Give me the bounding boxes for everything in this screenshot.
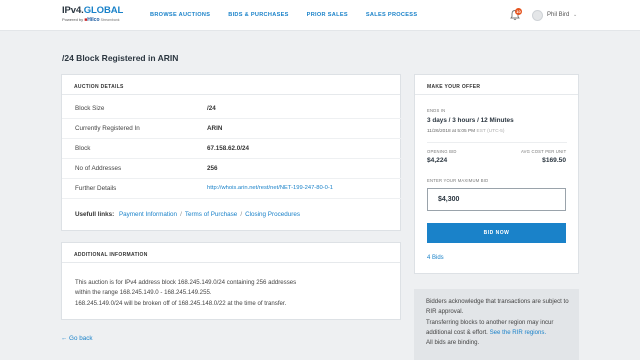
logo-name: IPv4. (62, 5, 84, 16)
user-name[interactable]: Phil Bird (547, 12, 569, 18)
bids-count-link[interactable]: 4 Bids (427, 255, 444, 261)
nav-browse-auctions[interactable]: BROWSE AUCTIONS (150, 12, 210, 18)
ends-in-label: ENDS IN (427, 108, 446, 113)
logo-wordmark: IPv4.GLOBAL (62, 5, 123, 16)
useful-links: Usefull links: Payment Information / Terms… (75, 211, 300, 218)
terms-of-purchase-link[interactable]: Terms of Purchase (185, 211, 238, 218)
detail-label: No of Addresses (75, 165, 122, 172)
notice-line: Transferring blocks to another region ma… (426, 318, 576, 339)
detail-row: Block 67.158.62.0/24 (62, 139, 402, 159)
divider (427, 142, 567, 143)
arrow-left-icon: ← (61, 335, 68, 342)
info-line: 168.245.149.0/24 will be broken off of 1… (75, 299, 287, 307)
bid-now-button[interactable]: BID NOW (427, 223, 566, 243)
link-separator: / (240, 211, 243, 218)
info-line: within the range 168.245.149.0 - 168.245… (75, 289, 212, 297)
detail-value: /24 (207, 105, 216, 112)
detail-label: Currently Registered In (75, 125, 140, 132)
auction-details-heading: AUCTION DETAILS (62, 75, 400, 95)
go-back-label: Go back (69, 335, 93, 342)
notice-line: All bids are binding. (426, 339, 480, 347)
further-details-link[interactable]: http://whois.arin.net/rest/net/NET-199-2… (207, 185, 333, 191)
detail-row: Further Details http://whois.arin.net/re… (62, 179, 402, 199)
avg-cost-label: AVG COST PER UNIT (521, 149, 567, 154)
partner-sub: Streambank (100, 18, 120, 22)
detail-label: Block Size (75, 105, 105, 112)
ends-in-date: 11/26/2018 at 5:05 PM EST (UTC-5) (427, 129, 504, 134)
detail-value: 256 (207, 165, 218, 172)
partner-name: Hilco (87, 17, 100, 23)
max-bid-label: ENTER YOUR MAXIMUM BID (427, 178, 489, 183)
avatar[interactable] (532, 10, 543, 21)
max-bid-input[interactable]: $4,300 (427, 188, 566, 211)
rir-regions-link[interactable]: See the RIR regions. (490, 329, 547, 336)
link-separator: / (180, 211, 182, 218)
ends-in-value: 3 days / 3 hours / 12 Minutes (427, 117, 514, 124)
bidder-notice: Bidders acknowledge that transactions ar… (414, 289, 579, 360)
chevron-down-icon[interactable]: ⌄ (573, 12, 577, 18)
avg-cost-value: $169.50 (542, 157, 566, 164)
detail-row: Block Size /24 (62, 99, 402, 119)
detail-value: ARIN (207, 125, 223, 132)
nav-sales-process[interactable]: SALES PROCESS (366, 12, 417, 18)
powered-by-text: Powered by (62, 17, 84, 22)
logo[interactable]: IPv4.GLOBAL Powered by ■Hilco Streambank (62, 5, 123, 23)
ends-date-text: 11/26/2018 at 5:05 PM (427, 129, 476, 134)
detail-value: 67.158.62.0/24 (207, 145, 250, 152)
logo-powered-by: Powered by ■Hilco Streambank (62, 17, 123, 23)
notification-badge: 10 (515, 8, 522, 15)
auction-details-card: AUCTION DETAILS Block Size /24 Currently… (61, 74, 402, 231)
closing-procedures-link[interactable]: Closing Procedures (245, 211, 300, 218)
notice-line: Bidders acknowledge that transactions ar… (426, 298, 569, 316)
nav-prior-sales[interactable]: PRIOR SALES (307, 12, 348, 18)
detail-row: No of Addresses 256 (62, 159, 402, 179)
notice-text: Bidders acknowledge that transactions ar… (426, 297, 576, 348)
nav-bids-purchases[interactable]: BIDS & PURCHASES (228, 12, 288, 18)
main-nav: BROWSE AUCTIONS BIDS & PURCHASES PRIOR S… (150, 12, 435, 18)
detail-row: Currently Registered In ARIN (62, 119, 402, 139)
opening-bid-value: $4,224 (427, 157, 448, 164)
payment-information-link[interactable]: Payment Information (119, 211, 177, 218)
useful-links-label: Usefull links: (75, 211, 115, 218)
page-title: /24 Block Registered in ARIN (62, 53, 179, 63)
detail-label: Block (75, 145, 91, 152)
logo-name-accent: GLOBAL (83, 5, 124, 16)
offer-heading: MAKE YOUR OFFER (415, 75, 578, 95)
ends-timezone: EST (UTC-5) (476, 129, 505, 134)
go-back-link[interactable]: ← Go back (61, 335, 93, 342)
detail-label: Further Details (75, 185, 117, 192)
additional-info-card: ADDITIONAL INFORMATION This auction is f… (61, 242, 401, 320)
info-line: This auction is for IPv4 address block 1… (75, 279, 297, 286)
opening-bid-label: OPENING BID (427, 149, 457, 154)
additional-info-heading: ADDITIONAL INFORMATION (62, 243, 400, 263)
top-bar: IPv4.GLOBAL Powered by ■Hilco Streambank… (0, 0, 640, 31)
offer-card: MAKE YOUR OFFER (414, 74, 579, 274)
additional-info-text: This auction is for IPv4 address block 1… (75, 278, 385, 309)
